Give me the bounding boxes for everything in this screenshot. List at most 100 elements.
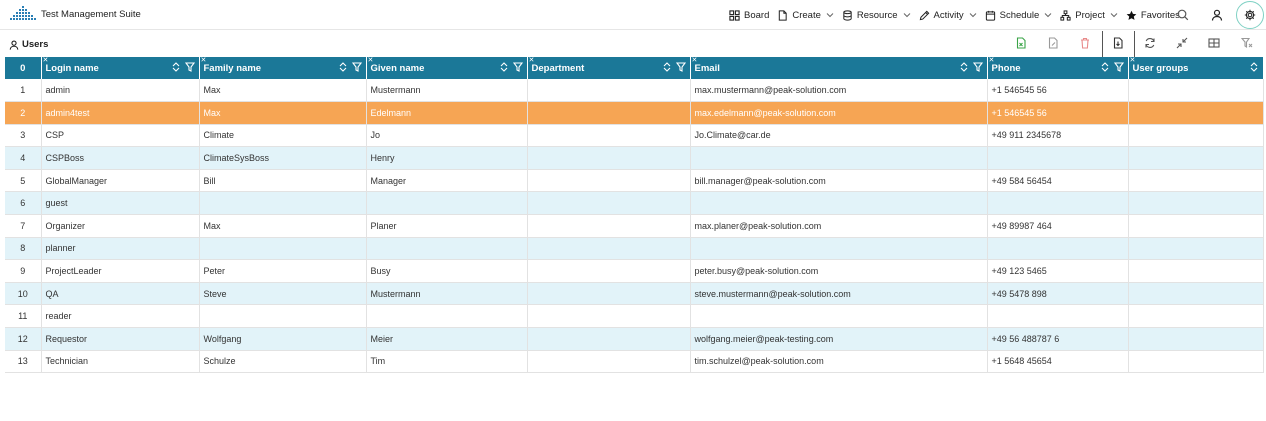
- remove-column-icon[interactable]: ✕: [529, 56, 535, 64]
- sort-icon[interactable]: [171, 62, 181, 72]
- column-header-phone[interactable]: ✕ Phone: [987, 56, 1129, 79]
- nav-schedule[interactable]: Schedule: [985, 0, 1053, 30]
- sort-icon[interactable]: [338, 62, 348, 72]
- table-row[interactable]: 9 ProjectLeader Peter Busy peter.busy@peak-s…: [5, 259, 1264, 283]
- table-row[interactable]: 1 admin Max Mustermann max.mustermann@peak-s…: [5, 79, 1264, 103]
- collapse-icon: [1176, 37, 1188, 49]
- row-number: 11: [5, 304, 42, 329]
- column-header-family-name[interactable]: ✕ Family name: [199, 56, 367, 79]
- table-row[interactable]: 6 guest: [5, 191, 1264, 216]
- search-button[interactable]: [1175, 7, 1191, 23]
- column-header-department[interactable]: ✕ Department: [527, 56, 691, 79]
- remove-column-icon[interactable]: ✕: [43, 56, 49, 64]
- chevron-down-icon: [903, 13, 910, 18]
- department-cell: [527, 282, 691, 306]
- sort-icon[interactable]: [1249, 62, 1259, 72]
- nav-favorites[interactable]: Favorites: [1126, 0, 1180, 30]
- phone-cell: [987, 237, 1129, 261]
- login-name-cell: Organizer: [41, 214, 200, 238]
- remove-column-icon[interactable]: ✕: [1130, 56, 1136, 64]
- remove-column-icon[interactable]: ✕: [692, 56, 698, 64]
- column-header-user-groups[interactable]: ✕ User groups: [1128, 56, 1264, 79]
- given-name-cell: Jo: [366, 124, 528, 148]
- login-name-cell: guest: [41, 191, 200, 216]
- user-groups-cell: [1128, 101, 1264, 125]
- table-row[interactable]: 12 Requestor Wolfgang Meier wolfgang.meier@p…: [5, 327, 1264, 351]
- nav-create[interactable]: Create: [777, 0, 834, 30]
- users-table: 0 ✕ Login name ✕ Family name ✕ Given nam…: [5, 56, 1264, 374]
- page-title-label: Users: [22, 39, 49, 50]
- table-row[interactable]: 13 Technician Schulze Tim tim.schulzel@peak-…: [5, 350, 1264, 374]
- column-label: User groups: [1132, 62, 1189, 74]
- login-name-cell: reader: [41, 304, 200, 329]
- user-groups-cell: [1128, 169, 1264, 193]
- user-account-button[interactable]: [1209, 7, 1225, 23]
- sort-icon[interactable]: [1100, 62, 1110, 72]
- filter-icon[interactable]: [972, 62, 983, 72]
- table-row[interactable]: 7 Organizer Max Planer max.planer@peak-solut…: [5, 214, 1264, 238]
- given-name-cell: Meier: [366, 327, 528, 351]
- nav-project[interactable]: Project: [1060, 0, 1118, 30]
- table-row[interactable]: 4 CSPBoss ClimateSysBoss Henry: [5, 146, 1264, 170]
- export-excel-button[interactable]: [1014, 36, 1028, 50]
- export-button[interactable]: [1111, 36, 1125, 50]
- filter-icon[interactable]: [675, 62, 686, 72]
- column-header-email[interactable]: ✕ Email: [690, 56, 988, 79]
- row-number: 9: [5, 259, 42, 283]
- nav-resource[interactable]: Resource: [842, 0, 911, 30]
- settings-button[interactable]: [1236, 1, 1264, 29]
- clear-filter-button[interactable]: [1240, 36, 1254, 50]
- nav-board[interactable]: Board: [729, 0, 769, 30]
- refresh-button[interactable]: [1143, 36, 1157, 50]
- row-number: 7: [5, 214, 42, 238]
- family-name-cell: Peter: [199, 259, 367, 283]
- sort-icon[interactable]: [959, 62, 969, 72]
- app-logo-icon[interactable]: [9, 5, 37, 23]
- collapse-button[interactable]: [1175, 36, 1189, 50]
- department-cell: [527, 259, 691, 283]
- table-row[interactable]: 5 GlobalManager Bill Manager bill.manager@pe…: [5, 169, 1264, 193]
- nav-activity[interactable]: Activity: [919, 0, 977, 30]
- login-name-cell: ProjectLeader: [41, 259, 200, 283]
- table-row[interactable]: 11 reader: [5, 304, 1264, 329]
- sort-icon[interactable]: [499, 62, 509, 72]
- column-header-given-name[interactable]: ✕ Given name: [366, 56, 528, 79]
- table-row[interactable]: 2 admin4test Max Edelmann max.edelmann@peak-…: [5, 101, 1264, 125]
- user-groups-cell: [1128, 327, 1264, 351]
- table-row[interactable]: 3 CSP Climate Jo Jo.Climate@car.de +49 911 23…: [5, 124, 1264, 148]
- filter-icon[interactable]: [1113, 62, 1124, 72]
- page-title: Users: [9, 39, 48, 50]
- login-name-cell: Technician: [41, 350, 200, 374]
- login-name-cell: Requestor: [41, 327, 200, 351]
- filter-icon[interactable]: [351, 62, 362, 72]
- given-name-cell: Manager: [366, 169, 528, 193]
- remove-column-icon[interactable]: ✕: [989, 56, 995, 64]
- table-row[interactable]: 8 planner: [5, 237, 1264, 261]
- phone-cell: +49 911 2345678: [987, 124, 1129, 148]
- phone-cell: +1 5648 45654: [987, 350, 1129, 374]
- nav-project-label: Project: [1075, 9, 1105, 21]
- main-nav: Board Create Resource Activity Schedule …: [729, 0, 1188, 30]
- phone-cell: +49 584 56454: [987, 169, 1129, 193]
- delete-button[interactable]: [1078, 36, 1092, 50]
- chevron-down-icon: [969, 13, 976, 18]
- board-icon: [729, 9, 740, 21]
- edit-document-icon: [1048, 37, 1058, 49]
- trash-icon: [1081, 37, 1089, 49]
- login-name-cell: GlobalManager: [41, 169, 200, 193]
- filter-icon[interactable]: [512, 62, 523, 72]
- column-layout-button[interactable]: [1207, 36, 1221, 50]
- department-cell: [527, 237, 691, 261]
- table-row[interactable]: 10 QA Steve Mustermann steve.mustermann@peak…: [5, 282, 1264, 306]
- filter-icon[interactable]: [184, 62, 195, 72]
- top-bar: Test Management Suite Board Create Resou…: [0, 0, 1266, 30]
- edit-button[interactable]: [1046, 36, 1060, 50]
- remove-column-icon[interactable]: ✕: [201, 56, 207, 64]
- column-header-index[interactable]: 0: [5, 57, 42, 79]
- sort-icon[interactable]: [662, 62, 672, 72]
- remove-column-icon[interactable]: ✕: [368, 56, 374, 64]
- column-header-login-name[interactable]: ✕ Login name: [41, 56, 200, 79]
- login-name-cell: CSPBoss: [41, 146, 200, 170]
- row-number: 12: [5, 327, 42, 351]
- gear-icon: [1244, 9, 1256, 21]
